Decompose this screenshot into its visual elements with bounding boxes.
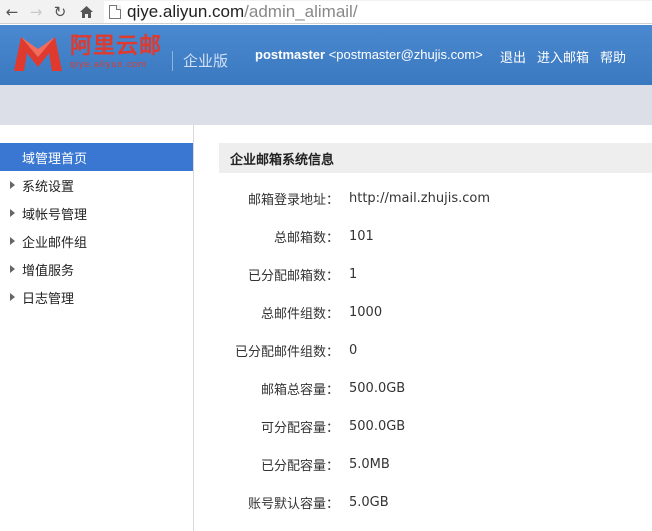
info-label: 总邮箱数：	[273, 230, 339, 246]
info-row: 可分配容量： 500.0GB	[219, 407, 652, 445]
reload-icon[interactable]: ↻	[48, 0, 72, 24]
user-name: postmaster	[255, 47, 326, 62]
logo-title: 阿里云邮	[70, 34, 163, 59]
browser-toolbar: ← → ↻ qiye.aliyun.com/admin_alimail/	[0, 0, 652, 24]
logo-url: qiye.aliyun.com	[70, 59, 148, 69]
info-row: 邮箱总容量： 500.0GB	[219, 369, 652, 407]
back-icon[interactable]: ←	[0, 0, 24, 24]
sidebar-item-label: 企业邮件组	[22, 235, 88, 251]
system-info-table: 邮箱登录地址： http://mail.zhujis.com 总邮箱数： 101…	[219, 179, 652, 521]
info-row: 已分配邮件组数： 0	[219, 331, 652, 369]
info-row: 邮箱登录地址： http://mail.zhujis.com	[219, 179, 652, 217]
info-row: 总邮箱数： 101	[219, 217, 652, 255]
info-label: 账号默认容量：	[247, 496, 339, 512]
info-label: 邮箱总容量：	[260, 382, 339, 398]
sidebar-item-label: 增值服务	[22, 263, 75, 279]
info-value: 1000	[349, 304, 383, 320]
url-path: /admin_alimail/	[244, 1, 358, 21]
sidebar-item-logs[interactable]: 日志管理	[0, 283, 193, 311]
home-icon[interactable]	[74, 0, 98, 24]
sidebar: 域管理首页 系统设置 域帐号管理 企业邮件组 增值服务 日志管理	[0, 125, 194, 531]
expand-arrow-icon	[10, 237, 15, 245]
enter-mailbox-link[interactable]: 进入邮箱	[537, 47, 589, 66]
info-value: 1	[349, 266, 358, 282]
info-value: 500.0GB	[349, 380, 406, 396]
info-value: 5.0GB	[349, 494, 389, 510]
section-title: 企业邮箱系统信息	[219, 143, 652, 173]
toolbar-band	[0, 85, 652, 125]
info-row: 已分配邮箱数： 1	[219, 255, 652, 293]
logo-text-group: 阿里云邮 qiye.aliyun.com	[70, 35, 162, 70]
page-icon	[109, 4, 121, 19]
sidebar-item-label: 域管理首页	[22, 151, 88, 167]
logout-link[interactable]: 退出	[500, 47, 526, 66]
logo[interactable]: 阿里云邮 qiye.aliyun.com	[12, 35, 162, 73]
info-label: 已分配邮件组数：	[234, 344, 339, 360]
sidebar-item-system-settings[interactable]: 系统设置	[0, 171, 193, 199]
info-value: 500.0GB	[349, 418, 406, 434]
help-link[interactable]: 帮助	[600, 47, 626, 66]
expand-arrow-icon	[10, 181, 15, 189]
sidebar-item-label: 域帐号管理	[22, 207, 88, 223]
user-email: <postmaster@zhujis.com>	[328, 47, 483, 62]
app-header: 阿里云邮 qiye.aliyun.com 企业版 postmaster <pos…	[0, 25, 652, 85]
sidebar-item-domain-home[interactable]: 域管理首页	[0, 143, 193, 171]
user-info: postmaster <postmaster@zhujis.com>	[255, 47, 483, 62]
info-value: 101	[349, 228, 374, 244]
forward-icon[interactable]: →	[24, 0, 48, 24]
info-row: 总邮件组数： 1000	[219, 293, 652, 331]
header-links: 退出 进入邮箱 帮助	[500, 47, 637, 66]
expand-arrow-icon	[10, 293, 15, 301]
info-label: 可分配容量：	[260, 420, 339, 436]
info-label: 已分配容量：	[260, 458, 339, 474]
info-label: 已分配邮箱数：	[247, 268, 339, 284]
edition-label: 企业版	[172, 51, 228, 71]
sidebar-item-label: 日志管理	[22, 291, 75, 307]
expand-arrow-icon	[10, 209, 15, 217]
info-value: http://mail.zhujis.com	[349, 190, 491, 206]
sidebar-item-mail-groups[interactable]: 企业邮件组	[0, 227, 193, 255]
address-bar[interactable]: qiye.aliyun.com/admin_alimail/	[104, 0, 652, 23]
expand-arrow-icon	[10, 265, 15, 273]
info-label: 邮箱登录地址：	[247, 192, 339, 208]
mail-logo-icon	[14, 37, 62, 71]
main-content: 企业邮箱系统信息 邮箱登录地址： http://mail.zhujis.com …	[219, 143, 652, 521]
sidebar-item-accounts[interactable]: 域帐号管理	[0, 199, 193, 227]
sidebar-item-value-added[interactable]: 增值服务	[0, 255, 193, 283]
info-label: 总邮件组数：	[260, 306, 339, 322]
sidebar-item-label: 系统设置	[22, 179, 75, 195]
info-value: 0	[349, 342, 358, 358]
info-value: 5.0MB	[349, 456, 390, 472]
url-host: qiye.aliyun.com	[127, 1, 245, 21]
info-row: 账号默认容量： 5.0GB	[219, 483, 652, 521]
info-row: 已分配容量： 5.0MB	[219, 445, 652, 483]
